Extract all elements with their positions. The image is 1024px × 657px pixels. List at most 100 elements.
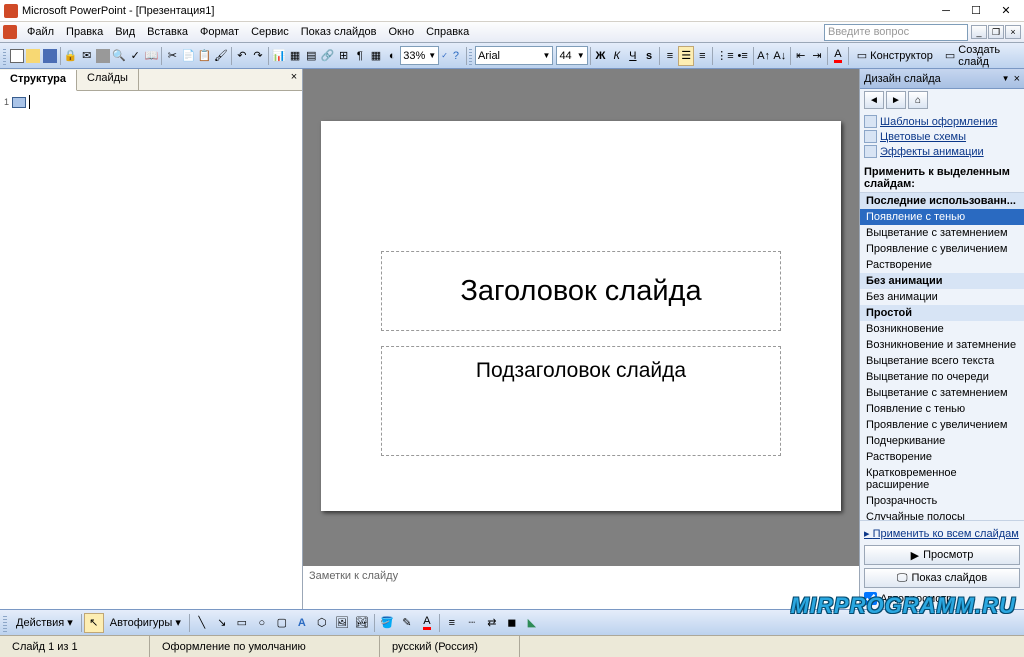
menu-insert[interactable]: Вставка	[141, 24, 194, 40]
3d-style-button[interactable]: ◣	[522, 613, 542, 633]
numbering-button[interactable]: ⋮≡	[715, 46, 734, 66]
slide-canvas[interactable]: Заголовок слайда Подзаголовок слайда	[303, 69, 859, 563]
decrease-indent-button[interactable]: ⇤	[793, 46, 809, 66]
menu-view[interactable]: Вид	[109, 24, 141, 40]
task-pane-dropdown[interactable]: ▼	[1002, 74, 1010, 83]
link-animation-effects[interactable]: Эффекты анимации	[864, 144, 1020, 159]
notes-pane[interactable]: Заметки к слайду	[303, 563, 859, 609]
fill-color-button[interactable]: 🪣	[377, 613, 397, 633]
spelling-button[interactable]: ✓	[127, 46, 143, 66]
preview-button[interactable]: ▶ Просмотр	[864, 545, 1020, 565]
anim-item[interactable]: Возникновение и затемнение	[860, 337, 1024, 353]
rectangle-tool[interactable]: ▭	[232, 613, 252, 633]
underline-button[interactable]: Ч	[625, 46, 641, 66]
increase-font-button[interactable]: A↑	[756, 46, 772, 66]
redo-button[interactable]: ↷	[250, 46, 266, 66]
show-formatting-button[interactable]: ¶	[352, 46, 368, 66]
font-combo[interactable]: Arial▼	[475, 46, 553, 65]
autoshapes-menu[interactable]: Автофигуры ▾	[104, 613, 187, 633]
design-button[interactable]: ▭ Конструктор	[851, 46, 939, 66]
format-painter-button[interactable]: 🖌	[213, 46, 229, 66]
font-color-button[interactable]: A	[830, 46, 846, 66]
increase-indent-button[interactable]: ⇥	[809, 46, 825, 66]
print-button[interactable]	[95, 46, 111, 66]
anim-item[interactable]: Прозрачность	[860, 493, 1024, 509]
anim-item[interactable]: Растворение	[860, 257, 1024, 273]
anim-item[interactable]: Случайные полосы	[860, 509, 1024, 520]
anim-item[interactable]: Проявление с увеличением	[860, 241, 1024, 257]
status-language[interactable]: русский (Россия)	[380, 636, 520, 657]
outline-item-1[interactable]: 1	[4, 95, 298, 109]
anim-item[interactable]: Проявление с увеличением	[860, 417, 1024, 433]
align-right-button[interactable]: ≡	[694, 46, 710, 66]
font-color-button-2[interactable]: A	[417, 613, 437, 633]
insert-hyperlink-button[interactable]: 🔗	[319, 46, 335, 66]
bold-button[interactable]: Ж	[592, 46, 608, 66]
insert-table-button[interactable]: ▦	[287, 46, 303, 66]
menu-help[interactable]: Справка	[420, 24, 475, 40]
mdi-close-button[interactable]: ×	[1005, 25, 1021, 39]
anim-item[interactable]: Подчеркивание	[860, 433, 1024, 449]
apply-all-link[interactable]: ▸ Применить ко всем слайдам	[864, 525, 1020, 542]
anim-item[interactable]: Появление с тенью	[860, 401, 1024, 417]
outline-close-button[interactable]: ×	[286, 69, 302, 90]
task-pane-close-button[interactable]: ×	[1014, 73, 1020, 85]
menu-format[interactable]: Формат	[194, 24, 245, 40]
slide-subtitle-placeholder[interactable]: Подзаголовок слайда	[381, 346, 781, 456]
anim-item[interactable]: Растворение	[860, 449, 1024, 465]
open-button[interactable]	[25, 46, 41, 66]
wordart-button[interactable]: A	[292, 613, 312, 633]
help-search-input[interactable]	[824, 24, 968, 41]
anim-item[interactable]: Возникновение	[860, 321, 1024, 337]
link-color-schemes[interactable]: Цветовые схемы	[864, 129, 1020, 144]
task-forward-button[interactable]: ►	[886, 91, 906, 109]
select-objects-button[interactable]: ↖	[84, 613, 104, 633]
toolbar-grip-2[interactable]	[469, 47, 472, 65]
color-grayscale-button[interactable]: ◐	[384, 46, 400, 66]
paste-button[interactable]: 📋	[197, 46, 213, 66]
maximize-button[interactable]: ☐	[962, 2, 990, 20]
shadow-style-button[interactable]: ◼	[502, 613, 522, 633]
italic-button[interactable]: К	[609, 46, 625, 66]
anim-item[interactable]: Кратковременное расширение	[860, 465, 1024, 493]
anim-item[interactable]: Выцветание по очереди	[860, 369, 1024, 385]
tab-slides[interactable]: Слайды	[77, 69, 139, 90]
toolbar-grip-3[interactable]	[3, 614, 7, 632]
shadow-button[interactable]: s	[641, 46, 657, 66]
outline-body[interactable]: 1	[0, 91, 302, 609]
slide[interactable]: Заголовок слайда Подзаголовок слайда	[321, 121, 841, 511]
bullets-button[interactable]: •≡	[735, 46, 751, 66]
anim-item[interactable]: Выцветание всего текста	[860, 353, 1024, 369]
animation-list[interactable]: Последние использованн...Появление с тен…	[860, 192, 1024, 520]
task-back-button[interactable]: ◄	[864, 91, 884, 109]
diagram-button[interactable]: ⬡	[312, 613, 332, 633]
research-button[interactable]: 📖	[143, 46, 159, 66]
cut-button[interactable]: ✂	[164, 46, 180, 66]
line-style-button[interactable]: ≡	[442, 613, 462, 633]
menu-file[interactable]: Файл	[21, 24, 60, 40]
close-button[interactable]: ✕	[992, 2, 1020, 20]
expand-all-button[interactable]: ⊞	[336, 46, 352, 66]
mdi-minimize-button[interactable]: _	[971, 25, 987, 39]
line-color-button[interactable]: ✎	[397, 613, 417, 633]
link-templates[interactable]: Шаблоны оформления	[864, 114, 1020, 129]
permission-button[interactable]: 🔒	[62, 46, 78, 66]
autopreview-checkbox[interactable]: Автопросмотр	[864, 592, 1020, 605]
dash-style-button[interactable]: ┈	[462, 613, 482, 633]
zoom-combo[interactable]: 33%▼	[400, 46, 439, 65]
copy-button[interactable]: 📄	[180, 46, 196, 66]
clipart-button[interactable]: 🖼	[332, 613, 352, 633]
print-preview-button[interactable]: 🔍	[111, 46, 127, 66]
menu-slideshow[interactable]: Показ слайдов	[295, 24, 383, 40]
anim-item[interactable]: Выцветание с затемнением	[860, 385, 1024, 401]
oval-tool[interactable]: ○	[252, 613, 272, 633]
save-button[interactable]	[42, 46, 58, 66]
new-button[interactable]	[9, 46, 25, 66]
tab-structure[interactable]: Структура	[0, 70, 77, 91]
minimize-button[interactable]: ─	[932, 2, 960, 20]
menu-window[interactable]: Окно	[383, 24, 421, 40]
show-grid-button[interactable]: ▦	[368, 46, 384, 66]
help-button[interactable]: ?	[448, 46, 464, 66]
arrow-tool[interactable]: ↘	[212, 613, 232, 633]
arrow-style-button[interactable]: ⇄	[482, 613, 502, 633]
